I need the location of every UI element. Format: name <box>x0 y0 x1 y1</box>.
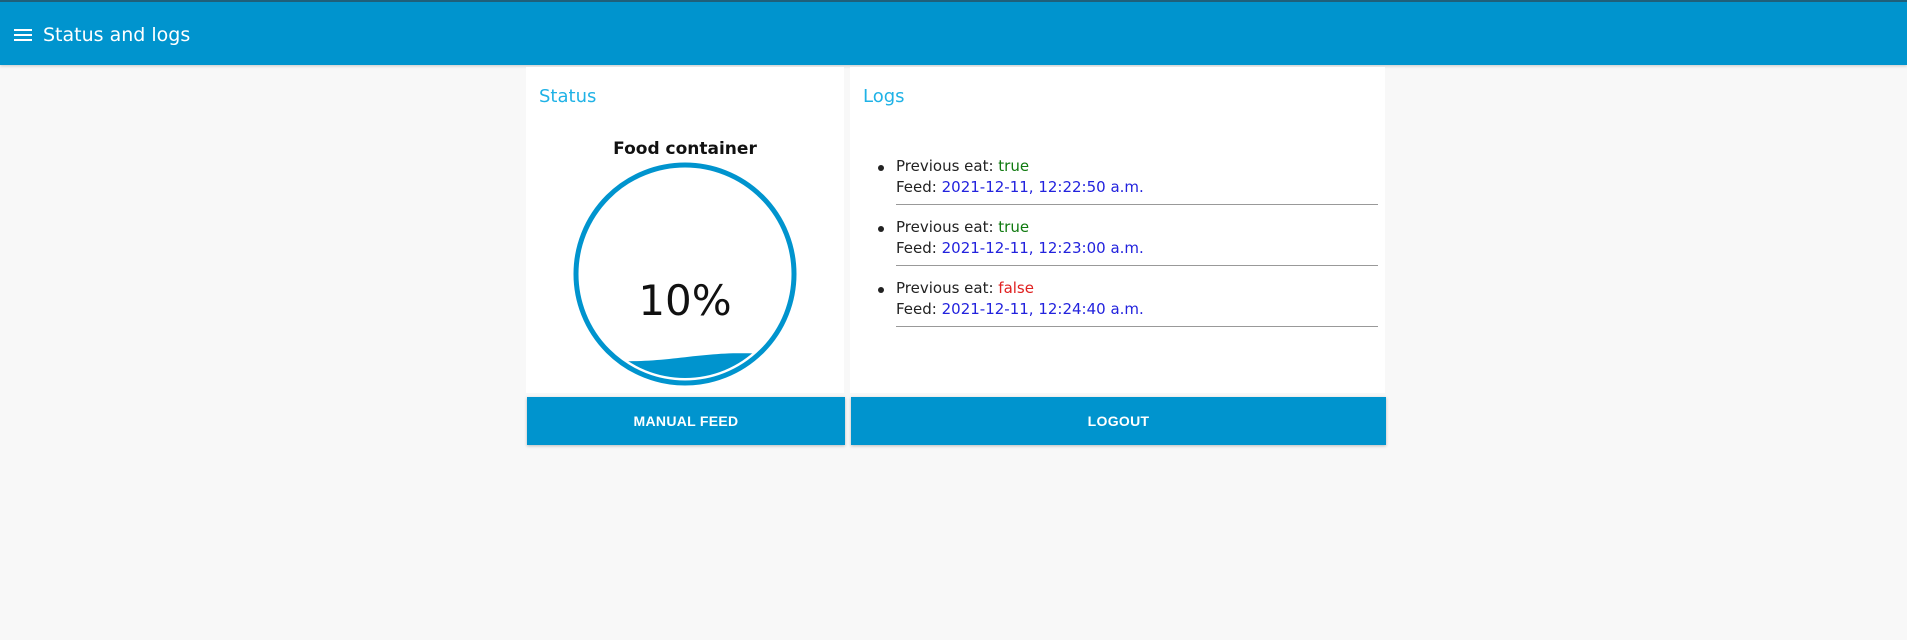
previous-eat-value: false <box>998 279 1034 297</box>
feed-timestamp: 2021-12-11, 12:23:00 a.m. <box>941 239 1144 257</box>
hamburger-menu-icon[interactable] <box>14 29 32 43</box>
log-entry: Previous eat: false Feed: 2021-12-11, 12… <box>878 266 1378 327</box>
gauge-ring <box>573 162 797 386</box>
previous-eat-value: true <box>998 157 1030 175</box>
feed-label: Feed: <box>896 300 937 318</box>
log-list: Previous eat: true Feed: 2021-12-11, 12:… <box>878 144 1378 327</box>
page-title: Status and logs <box>43 24 191 46</box>
feed-timestamp: 2021-12-11, 12:24:40 a.m. <box>941 300 1144 318</box>
log-entry: Previous eat: true Feed: 2021-12-11, 12:… <box>878 205 1378 266</box>
food-level-gauge <box>573 162 797 386</box>
previous-eat-label: Previous eat: <box>896 279 994 297</box>
previous-eat-label: Previous eat: <box>896 218 994 236</box>
logout-button[interactable]: LOGOUT <box>851 397 1386 445</box>
status-card-title: Status <box>539 86 597 107</box>
previous-eat-label: Previous eat: <box>896 157 994 175</box>
previous-eat-value: true <box>998 218 1030 236</box>
gauge-value-text: 10% <box>638 276 732 325</box>
feed-label: Feed: <box>896 178 937 196</box>
manual-feed-button[interactable]: MANUAL FEED <box>527 397 845 445</box>
status-card: Status Food container 10% <box>526 67 844 393</box>
gauge-label: Food container <box>613 139 757 159</box>
feed-timestamp: 2021-12-11, 12:22:50 a.m. <box>941 178 1144 196</box>
logs-card: Logs Previous eat: true Feed: 2021-12-11… <box>850 67 1385 393</box>
logs-card-title: Logs <box>863 86 905 107</box>
log-entry: Previous eat: true Feed: 2021-12-11, 12:… <box>878 144 1378 205</box>
feed-label: Feed: <box>896 239 937 257</box>
top-app-bar: Status and logs <box>0 0 1907 65</box>
